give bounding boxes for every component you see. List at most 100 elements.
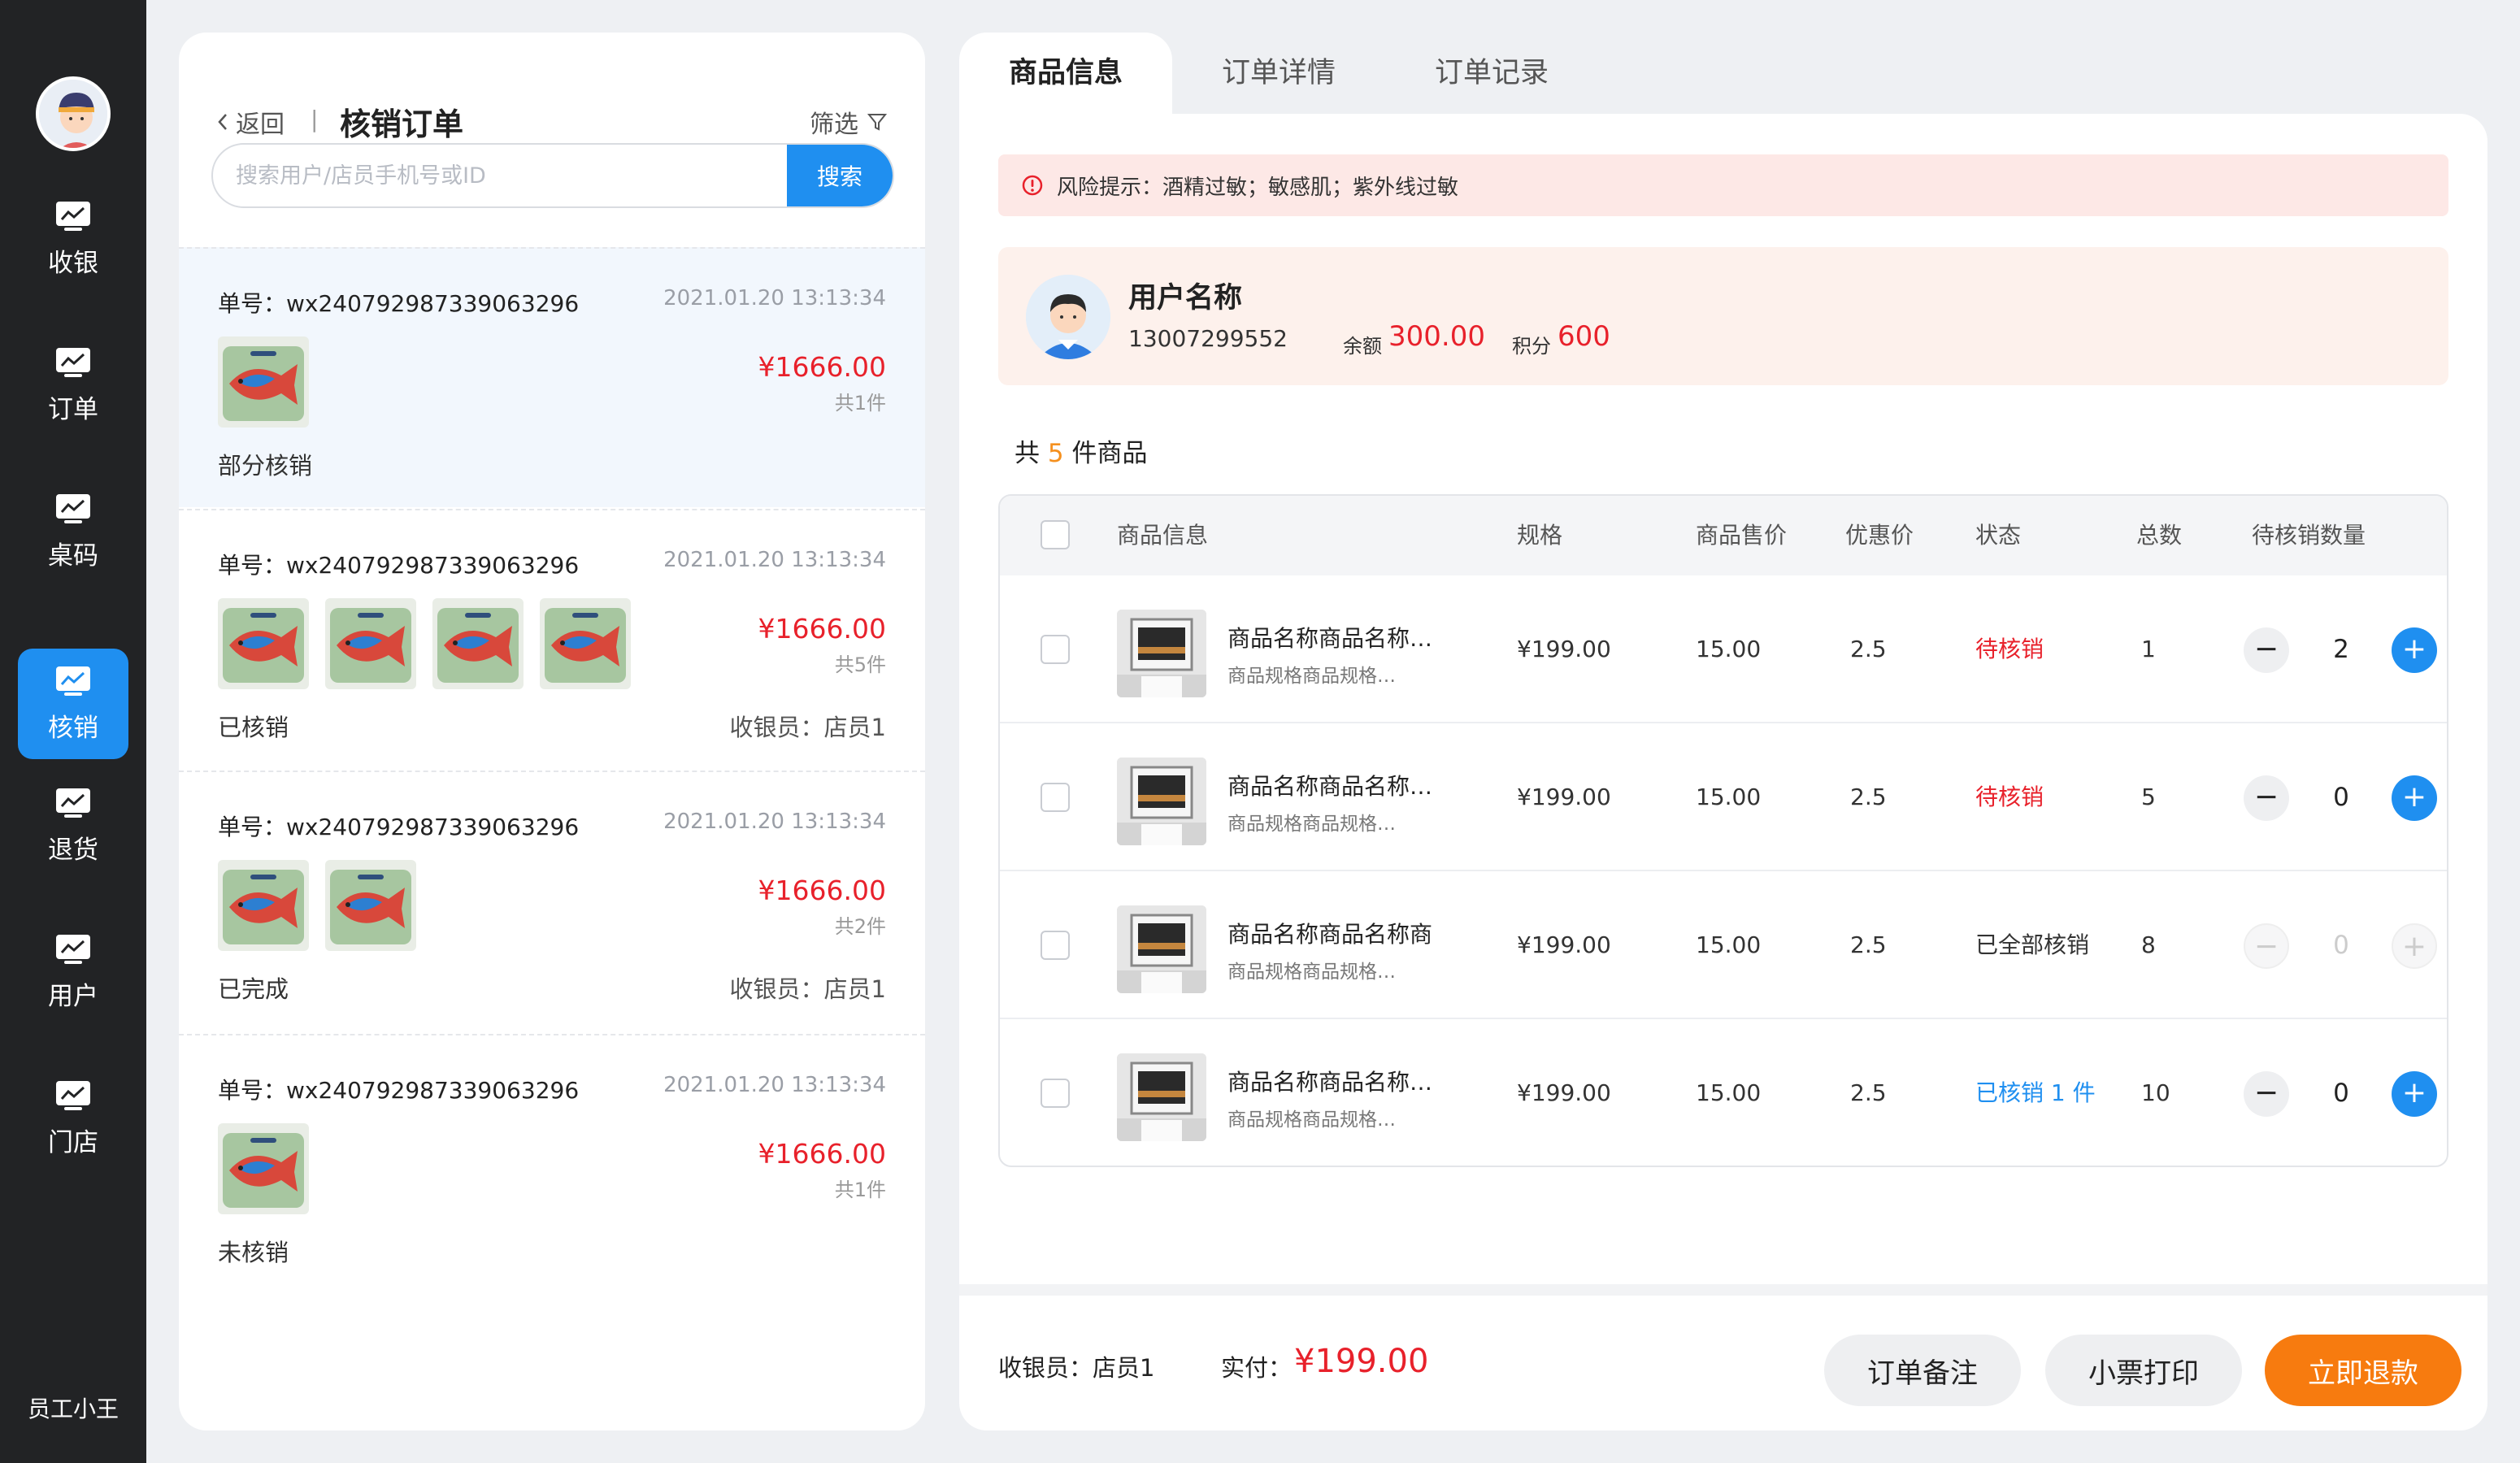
goods-table: 商品信息 规格 商品售价 优惠价 状态 总数 待核销数量 商品名称商品名称… 商… bbox=[998, 494, 2448, 1167]
order-time: 2021.01.20 13:13:34 bbox=[663, 286, 886, 310]
cell-spec: ¥199.00 bbox=[1517, 784, 1611, 810]
decrement-button: − bbox=[2244, 923, 2289, 969]
row-checkbox[interactable] bbox=[1041, 783, 1070, 812]
nav-label-users: 用户 bbox=[48, 981, 98, 1011]
order-item-count: 共1件 bbox=[834, 1179, 886, 1201]
cell-status: 已核销 1 件 bbox=[1975, 1079, 2096, 1106]
points-value: 600 bbox=[1558, 320, 1610, 353]
order-card[interactable]: 单号：wx240792987339063296 2021.01.20 13:13… bbox=[179, 247, 925, 507]
footer-cashier: 收银员：店员1 bbox=[998, 1354, 1155, 1382]
cell-status: 待核销 bbox=[1975, 784, 2044, 810]
th-spec: 规格 bbox=[1517, 522, 1563, 549]
sidebar: 收银 订单 桌码 核销 退货 用户 门店 员工小王 bbox=[0, 0, 146, 1463]
order-number: 单号：wx240792987339063296 bbox=[218, 552, 580, 579]
row-checkbox[interactable] bbox=[1041, 635, 1070, 664]
nav-item-returns[interactable]: 退货 bbox=[18, 771, 128, 881]
order-note-button[interactable]: 订单备注 bbox=[1824, 1335, 2021, 1406]
order-status: 部分核销 bbox=[218, 452, 313, 480]
nav-item-cashier[interactable]: 收银 bbox=[18, 184, 128, 294]
quantity-value: 0 bbox=[2333, 783, 2349, 812]
order-price: ¥1666.00 bbox=[758, 875, 886, 906]
staff-name: 员工小王 bbox=[27, 1396, 119, 1422]
chart-icon bbox=[56, 201, 90, 231]
user-card: 用户名称 13007299552 余额 300.00 积分 600 bbox=[998, 247, 2448, 385]
increment-button[interactable]: + bbox=[2392, 775, 2437, 821]
goods-count: 共 5 件商品 bbox=[1015, 432, 1147, 469]
tab-order-record[interactable]: 订单记录 bbox=[1385, 33, 1598, 114]
order-time: 2021.01.20 13:13:34 bbox=[663, 810, 886, 834]
cell-discount: 2.5 bbox=[1850, 784, 1887, 810]
goods-spec: 商品规格商品规格… bbox=[1227, 1109, 1396, 1131]
order-status: 未核销 bbox=[218, 1239, 289, 1266]
order-card[interactable]: 单号：wx240792987339063296 2021.01.20 13:13… bbox=[179, 509, 925, 769]
order-number: 单号：wx240792987339063296 bbox=[218, 1077, 580, 1104]
page-title: 核销订单 bbox=[340, 106, 464, 142]
nav-label-stores: 门店 bbox=[48, 1127, 98, 1157]
goods-count-number: 5 bbox=[1047, 439, 1064, 468]
nav-item-orders[interactable]: 订单 bbox=[18, 330, 128, 441]
search-input[interactable] bbox=[213, 145, 790, 206]
product-thumbnails bbox=[218, 336, 309, 428]
cell-discount: 2.5 bbox=[1850, 931, 1887, 958]
nav-item-stores[interactable]: 门店 bbox=[18, 1063, 128, 1174]
goods-image bbox=[1117, 1053, 1206, 1141]
quantity-value: 0 bbox=[2333, 931, 2349, 960]
increment-button[interactable]: + bbox=[2392, 627, 2437, 673]
order-number: 单号：wx240792987339063296 bbox=[218, 814, 580, 840]
product-thumbnail bbox=[218, 860, 309, 951]
cell-price: 15.00 bbox=[1696, 931, 1762, 958]
points-label: 积分 bbox=[1512, 335, 1551, 358]
decrement-button[interactable]: − bbox=[2244, 627, 2289, 673]
cell-price: 15.00 bbox=[1696, 784, 1762, 810]
product-thumbnail bbox=[325, 598, 416, 689]
increment-button[interactable]: + bbox=[2392, 1071, 2437, 1117]
back-button[interactable]: 返回 bbox=[216, 104, 285, 140]
order-card[interactable]: 单号：wx240792987339063296 2021.01.20 13:13… bbox=[179, 1034, 925, 1294]
cell-discount: 2.5 bbox=[1850, 636, 1887, 662]
order-list-panel: 返回 | 核销订单 筛选 搜索 单号：wx240792987339063296 … bbox=[179, 33, 925, 1430]
print-receipt-button[interactable]: 小票打印 bbox=[2045, 1335, 2242, 1406]
select-all-checkbox[interactable] bbox=[1041, 520, 1070, 549]
goods-spec: 商品规格商品规格… bbox=[1227, 962, 1396, 983]
chart-icon bbox=[56, 934, 90, 964]
tab-order-detail[interactable]: 订单详情 bbox=[1172, 33, 1385, 114]
cell-total: 5 bbox=[2141, 784, 2156, 810]
order-card[interactable]: 单号：wx240792987339063296 2021.01.20 13:13… bbox=[179, 771, 925, 1031]
order-status: 已完成 bbox=[218, 975, 289, 1003]
cell-status: 待核销 bbox=[1975, 636, 2044, 662]
tab-goods-info[interactable]: 商品信息 bbox=[959, 33, 1172, 114]
cell-spec: ¥199.00 bbox=[1517, 1079, 1611, 1106]
cell-price: 15.00 bbox=[1696, 636, 1762, 662]
increment-button: + bbox=[2392, 923, 2437, 969]
th-status: 状态 bbox=[1975, 522, 2022, 549]
decrement-button[interactable]: − bbox=[2244, 775, 2289, 821]
filter-button[interactable]: 筛选 bbox=[810, 104, 888, 140]
chart-icon bbox=[56, 788, 90, 818]
refund-button[interactable]: 立即退款 bbox=[2265, 1335, 2461, 1406]
nav-label-verify: 核销 bbox=[48, 713, 98, 743]
nav-label-orders: 订单 bbox=[48, 394, 98, 424]
chart-icon bbox=[56, 666, 90, 696]
order-cashier: 收银员：店员1 bbox=[729, 714, 886, 741]
nav-item-users[interactable]: 用户 bbox=[18, 917, 128, 1027]
goods-count-suffix: 件商品 bbox=[1071, 439, 1148, 468]
cell-discount: 2.5 bbox=[1850, 1079, 1887, 1106]
filter-icon bbox=[867, 114, 888, 131]
product-thumbnails bbox=[218, 598, 631, 689]
order-status: 已核销 bbox=[218, 714, 289, 741]
row-checkbox[interactable] bbox=[1041, 931, 1070, 960]
search-button[interactable]: 搜索 bbox=[787, 145, 893, 206]
nav-item-table-code[interactable]: 桌码 bbox=[18, 476, 128, 587]
goods-image bbox=[1117, 758, 1206, 845]
table-header: 商品信息 规格 商品售价 优惠价 状态 总数 待核销数量 bbox=[1000, 496, 2447, 575]
order-price: ¥1666.00 bbox=[758, 351, 886, 383]
decrement-button[interactable]: − bbox=[2244, 1071, 2289, 1117]
filter-label: 筛选 bbox=[810, 111, 858, 139]
nav-item-verify[interactable]: 核销 bbox=[18, 649, 128, 759]
staff-avatar[interactable] bbox=[36, 76, 111, 151]
title-separator: | bbox=[311, 106, 319, 132]
order-price: ¥1666.00 bbox=[758, 1138, 886, 1170]
th-pending-qty: 待核销数量 bbox=[2252, 522, 2366, 549]
product-thumbnail bbox=[325, 860, 416, 951]
row-checkbox[interactable] bbox=[1041, 1079, 1070, 1108]
